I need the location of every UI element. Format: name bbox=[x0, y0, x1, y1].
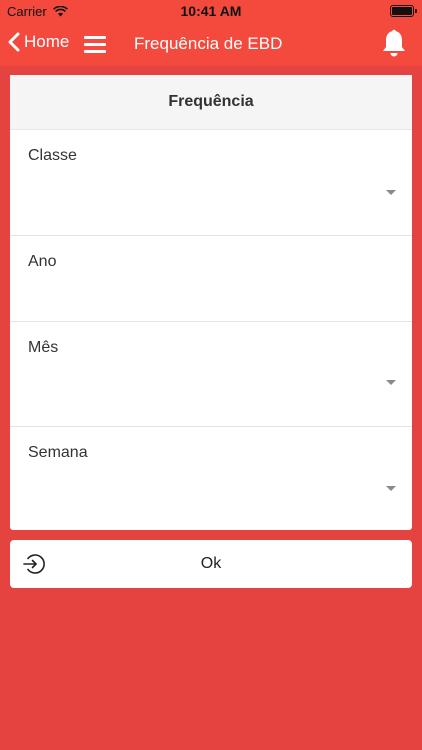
dropdown-caret-icon[interactable] bbox=[386, 486, 396, 491]
semana-select[interactable]: Semana bbox=[10, 427, 412, 531]
frequency-form: Frequência Classe Ano Mês Semana bbox=[10, 75, 412, 530]
status-time: 10:41 AM bbox=[180, 3, 242, 19]
classe-label: Classe bbox=[28, 147, 77, 164]
ok-label: Ok bbox=[200, 555, 222, 572]
status-bar: Carrier 10:41 AM bbox=[0, 0, 422, 22]
notifications-button[interactable] bbox=[380, 29, 408, 59]
ano-field[interactable]: Ano bbox=[10, 236, 412, 322]
chevron-left-icon bbox=[8, 32, 20, 52]
hamburger-icon bbox=[84, 36, 106, 39]
ano-label: Ano bbox=[28, 253, 57, 270]
ok-button[interactable]: Ok bbox=[10, 540, 412, 588]
dropdown-caret-icon[interactable] bbox=[386, 380, 396, 385]
nav-bar: Home Frequência de EBD bbox=[0, 22, 422, 66]
menu-button[interactable] bbox=[84, 34, 106, 54]
back-label: Home bbox=[24, 32, 70, 51]
bell-icon bbox=[383, 29, 405, 57]
semana-label: Semana bbox=[28, 444, 88, 461]
battery-icon bbox=[390, 5, 417, 17]
classe-select[interactable]: Classe bbox=[10, 130, 412, 236]
dropdown-caret-icon[interactable] bbox=[386, 190, 396, 195]
page-title: Frequência de EBD bbox=[134, 34, 283, 53]
form-header: Frequência bbox=[10, 75, 412, 130]
mes-select[interactable]: Mês bbox=[10, 322, 412, 427]
back-button[interactable]: Home bbox=[8, 32, 69, 52]
mes-label: Mês bbox=[28, 339, 59, 356]
